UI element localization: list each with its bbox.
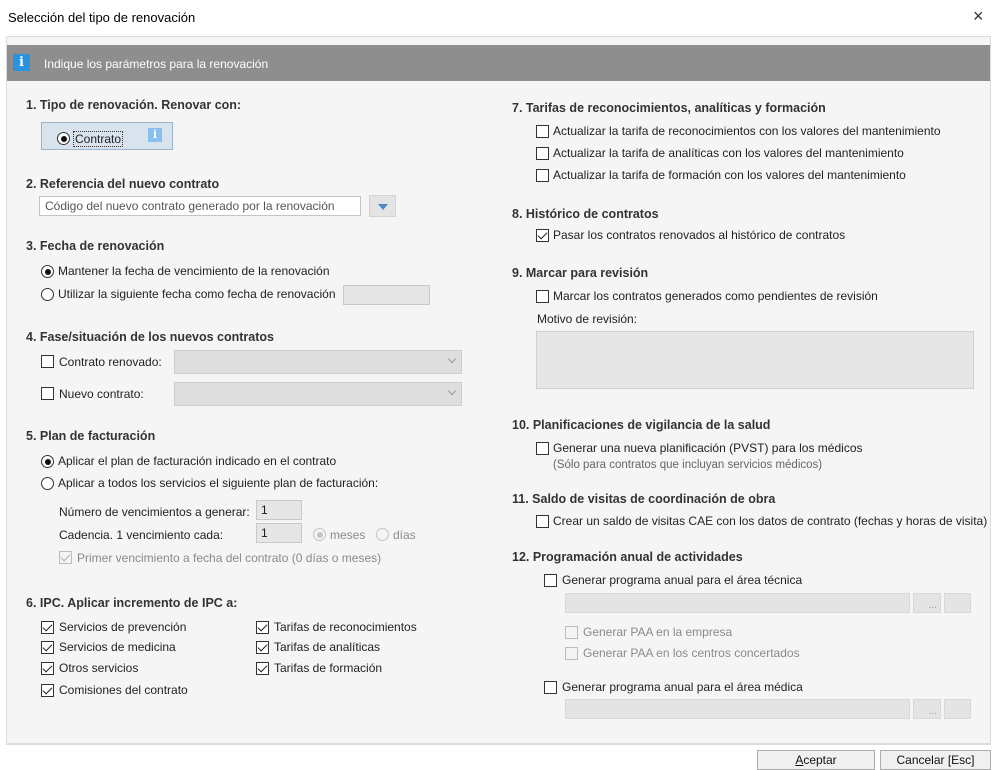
days-radio[interactable]	[376, 528, 389, 541]
section-11-title: 11. Saldo de visitas de coordinación de …	[512, 492, 776, 506]
section-6-title: 6. IPC. Aplicar incremento de IPC a:	[26, 596, 238, 610]
history-checkbox[interactable]	[536, 229, 549, 242]
med-program-label: Generar programa anual para el área médi…	[562, 680, 803, 694]
tech-program-browse-button[interactable]: ...	[913, 593, 941, 613]
tech-program-checkbox[interactable]	[544, 574, 557, 587]
section-8-title: 8. Histórico de contratos	[512, 207, 659, 221]
new-contract-select[interactable]	[174, 382, 462, 406]
cadence-label: Cadencia. 1 vencimiento cada:	[59, 528, 224, 542]
close-icon[interactable]: ×	[973, 7, 984, 25]
ipc-analytics-label: Tarifas de analíticas	[274, 640, 381, 654]
section-7-title: 7. Tarifas de reconocimientos, analítica…	[512, 101, 826, 115]
section-12-title: 12. Programación anual de actividades	[512, 550, 743, 564]
billing-contract-radio[interactable]	[41, 455, 54, 468]
ipc-medicine-checkbox[interactable]	[41, 641, 54, 654]
tech-program-clear-button[interactable]	[944, 593, 971, 613]
paa-company-checkbox[interactable]	[565, 626, 578, 639]
med-program-browse-button[interactable]: ...	[913, 699, 941, 719]
first-due-label: Primer vencimiento a fecha del contrato …	[77, 551, 382, 565]
ipc-recognitions-checkbox[interactable]	[256, 621, 269, 634]
billing-all-label: Aplicar a todos los servicios el siguien…	[58, 476, 379, 490]
section-4-title: 4. Fase/situación de los nuevos contrato…	[26, 330, 274, 344]
ipc-recognitions-label: Tarifas de reconocimientos	[274, 620, 417, 634]
ipc-commissions-label: Comisiones del contrato	[59, 683, 188, 697]
cadence-input[interactable]: 1	[256, 523, 302, 543]
section-10-title: 10. Planificaciones de vigilancia de la …	[512, 418, 771, 432]
update-training-checkbox[interactable]	[536, 169, 549, 182]
ipc-commissions-checkbox[interactable]	[41, 684, 54, 697]
review-label: Marcar los contratos generados como pend…	[553, 289, 878, 303]
first-due-checkbox[interactable]	[59, 551, 72, 564]
ipc-training-checkbox[interactable]	[256, 662, 269, 675]
cae-checkbox[interactable]	[536, 515, 549, 528]
ipc-other-label: Otros servicios	[59, 661, 139, 675]
paa-centers-checkbox[interactable]	[565, 647, 578, 660]
dropdown-arrow-icon[interactable]	[369, 195, 396, 217]
review-reason-textarea[interactable]	[536, 331, 974, 389]
keep-date-label: Mantener la fecha de vencimiento de la r…	[58, 264, 330, 278]
footer-divider	[6, 744, 991, 745]
contract-renewed-select[interactable]	[174, 350, 462, 374]
paa-company-label: Generar PAA en la empresa	[583, 625, 733, 639]
update-analytics-label: Actualizar la tarifa de analíticas con l…	[553, 146, 904, 160]
cae-label: Crear un saldo de visitas CAE con los da…	[553, 514, 988, 528]
contrato-radio[interactable]	[57, 132, 70, 145]
days-label: días	[393, 528, 416, 542]
update-analytics-checkbox[interactable]	[536, 147, 549, 160]
new-contract-label: Nuevo contrato:	[59, 387, 144, 401]
window-title: Selección del tipo de renovación	[8, 10, 196, 25]
tech-program-field[interactable]	[565, 593, 910, 613]
section-3-title: 3. Fecha de renovación	[26, 239, 165, 253]
chevron-down-icon	[447, 354, 457, 364]
keep-date-radio[interactable]	[41, 265, 54, 278]
update-recognitions-checkbox[interactable]	[536, 125, 549, 138]
ipc-prevention-checkbox[interactable]	[41, 621, 54, 634]
update-training-label: Actualizar la tarifa de formación con lo…	[553, 168, 906, 182]
contract-reference-input[interactable]: Código del nuevo contrato generado por l…	[39, 196, 361, 216]
section-1-title: 1. Tipo de renovación. Renovar con:	[26, 98, 242, 112]
med-program-checkbox[interactable]	[544, 681, 557, 694]
months-label: meses	[330, 528, 366, 542]
renewal-date-input[interactable]	[343, 285, 430, 305]
cancel-button[interactable]: Cancelar [Esc]	[880, 750, 991, 770]
med-program-clear-button[interactable]	[944, 699, 971, 719]
ipc-other-checkbox[interactable]	[41, 662, 54, 675]
section-2-title: 2. Referencia del nuevo contrato	[26, 177, 220, 191]
pvst-note: (Sólo para contratos que incluyan servic…	[553, 459, 823, 471]
pvst-label: Generar una nueva planificación (PVST) p…	[553, 441, 863, 455]
contract-renewed-label: Contrato renovado:	[59, 355, 162, 369]
banner-text: Indique los parámetros para la renovació…	[44, 57, 269, 71]
ipc-prevention-label: Servicios de prevención	[59, 620, 187, 634]
chevron-down-icon	[447, 386, 457, 396]
history-label: Pasar los contratos renovados al históri…	[553, 228, 846, 242]
pvst-checkbox[interactable]	[536, 442, 549, 455]
med-program-field[interactable]	[565, 699, 910, 719]
accept-label: ceptar	[803, 753, 837, 767]
due-count-input[interactable]: 1	[256, 500, 302, 520]
use-date-radio[interactable]	[41, 288, 54, 301]
billing-contract-label: Aplicar el plan de facturación indicado …	[58, 454, 337, 468]
review-checkbox[interactable]	[536, 290, 549, 303]
ipc-analytics-checkbox[interactable]	[256, 641, 269, 654]
ipc-medicine-label: Servicios de medicina	[59, 640, 176, 654]
review-reason-label: Motivo de revisión:	[537, 312, 638, 326]
ipc-training-label: Tarifas de formación	[274, 661, 383, 675]
billing-all-radio[interactable]	[41, 477, 54, 490]
section-5-title: 5. Plan de facturación	[26, 429, 156, 443]
info-icon[interactable]: i	[148, 128, 162, 142]
use-date-label: Utilizar la siguiente fecha como fecha d…	[58, 287, 336, 301]
due-count-label: Número de vencimientos a generar:	[59, 505, 250, 519]
accept-button[interactable]: Aceptar	[757, 750, 875, 770]
paa-centers-label: Generar PAA en los centros concertados	[583, 646, 800, 660]
info-icon: i	[13, 54, 30, 71]
section-9-title: 9. Marcar para revisión	[512, 266, 649, 280]
contract-renewed-checkbox[interactable]	[41, 355, 54, 368]
new-contract-checkbox[interactable]	[41, 387, 54, 400]
contrato-radio-label[interactable]: Contrato	[73, 131, 124, 147]
tech-program-label: Generar programa anual para el área técn…	[562, 573, 803, 587]
months-radio[interactable]	[313, 528, 326, 541]
update-recognitions-label: Actualizar la tarifa de reconocimientos …	[553, 124, 941, 138]
